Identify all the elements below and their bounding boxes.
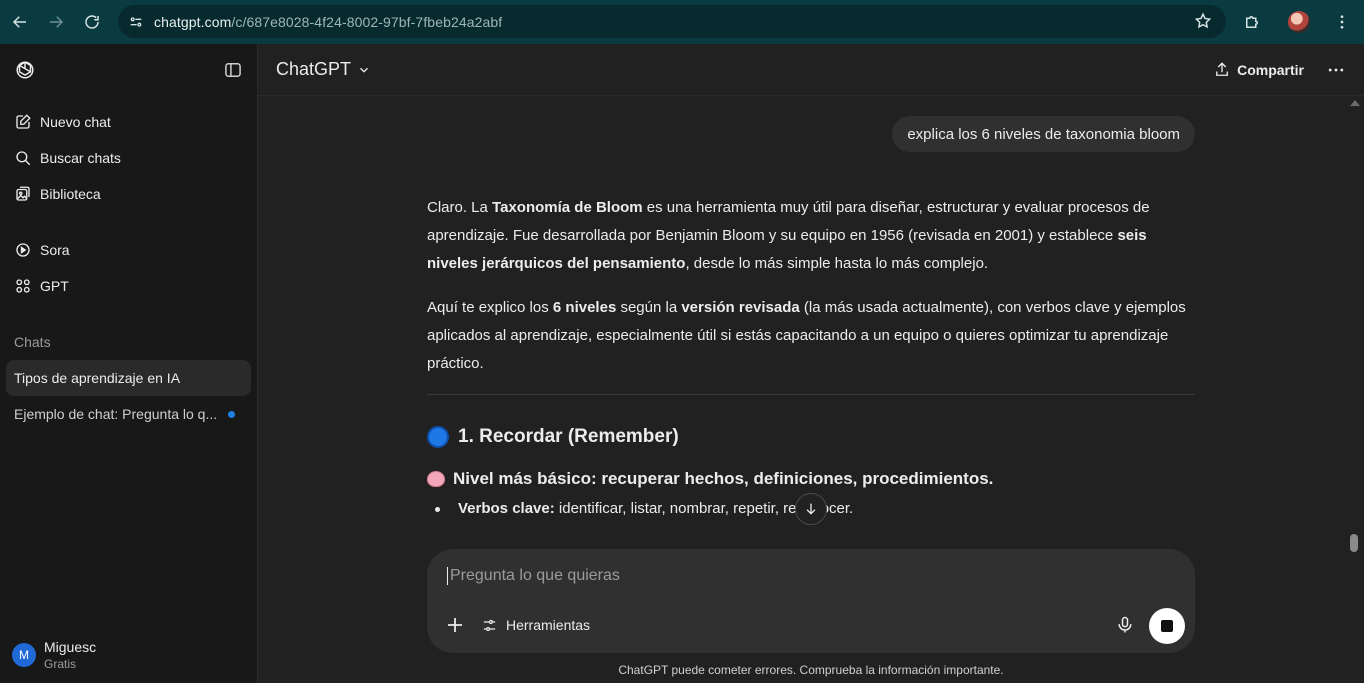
chevron-down-icon: [360, 67, 368, 73]
sidebar-item-gpt[interactable]: GPT: [0, 268, 257, 304]
sidebar: Nuevo chat Buscar chats Biblioteca Sora …: [0, 44, 258, 683]
reload-button[interactable]: [74, 4, 110, 40]
header-actions: Compartir: [1213, 60, 1346, 80]
bullet-dot: [435, 506, 440, 512]
main-header: ChatGPT Compartir: [258, 44, 1364, 96]
main-panel: ChatGPT Compartir explica los 6 niveles …: [258, 44, 1364, 683]
share-label: Compartir: [1237, 61, 1304, 78]
toggle-sidebar-icon[interactable]: [223, 60, 243, 80]
sidebar-item-label: Biblioteca: [40, 186, 101, 202]
arrow-left-icon: [12, 16, 26, 28]
profile-avatar[interactable]: [1288, 11, 1310, 33]
stop-icon: [1161, 620, 1173, 632]
chat-title: Ejemplo de chat: Pregunta lo q...: [14, 406, 218, 422]
extensions-button[interactable]: [1234, 4, 1270, 40]
sidebar-item-label: Buscar chats: [40, 150, 121, 166]
chat-item-active[interactable]: Tipos de aprendizaje en IA: [6, 360, 251, 396]
sidebar-item-library[interactable]: Biblioteca: [0, 176, 257, 212]
scrollbar-thumb[interactable]: [1350, 534, 1358, 552]
kebab-menu-icon: [1340, 15, 1344, 29]
browser-actions: [1234, 0, 1364, 44]
brain-icon: [427, 471, 445, 487]
plus-icon[interactable]: [443, 613, 467, 637]
sidebar-header: [0, 44, 257, 96]
sliders-icon: [483, 619, 496, 631]
library-icon: [16, 186, 30, 201]
browser-menu-button[interactable]: [1324, 4, 1360, 40]
scrollbar-up-arrow[interactable]: [1350, 96, 1360, 106]
microphone-icon[interactable]: [1115, 615, 1135, 635]
arrow-down-icon: [806, 503, 816, 515]
assistant-message: Claro. La Taxonomía de Bloom es una herr…: [427, 194, 1195, 523]
level-heading: 1. Recordar (Remember): [427, 423, 1195, 451]
scroll-to-bottom-button[interactable]: [795, 493, 827, 525]
page-title: ChatGPT: [276, 59, 352, 79]
unread-dot: [228, 410, 235, 418]
url-text: chatgpt.com/c/687e8028-4f24-8002-97bf-7f…: [154, 13, 503, 30]
blue-circle-icon: [427, 426, 449, 448]
chat-title: Tipos de aprendizaje en IA: [14, 370, 181, 386]
bookmark-star-icon[interactable]: [1194, 12, 1212, 30]
sidebar-item-label: Nuevo chat: [40, 114, 111, 130]
sidebar-item-new-chat[interactable]: Nuevo chat: [0, 104, 257, 140]
tools-label: Herramientas: [506, 617, 591, 633]
model-selector[interactable]: ChatGPT: [276, 59, 371, 80]
site-settings-icon[interactable]: [128, 14, 144, 30]
reload-icon: [85, 15, 99, 29]
divider: [427, 394, 1195, 395]
address-bar[interactable]: chatgpt.com/c/687e8028-4f24-8002-97bf-7f…: [118, 5, 1226, 38]
back-button[interactable]: [2, 4, 38, 40]
sidebar-item-label: GPT: [40, 278, 69, 294]
search-icon: [16, 151, 31, 166]
answer-paragraph-2: Aquí te explico los 6 niveles según la v…: [427, 299, 1186, 372]
share-icon: [1216, 61, 1229, 76]
sidebar-item-search-chats[interactable]: Buscar chats: [0, 140, 257, 176]
prompt-input[interactable]: Pregunta lo que quieras: [447, 567, 620, 585]
share-button[interactable]: Compartir: [1213, 61, 1304, 79]
more-options-icon[interactable]: [1326, 60, 1346, 80]
user-name: Miguesc: [44, 639, 97, 655]
chats-section-label: Chats: [14, 334, 51, 350]
user-plan: Gratis: [44, 657, 77, 671]
user-profile[interactable]: M Miguesc Gratis: [12, 639, 96, 671]
level-subheading: Nivel más básico: recuperar hechos, defi…: [427, 465, 1195, 493]
composer: Pregunta lo que quieras Herramientas: [427, 549, 1195, 653]
sidebar-item-sora[interactable]: Sora: [0, 232, 257, 268]
tools-button[interactable]: Herramientas: [481, 613, 590, 637]
chat-item[interactable]: Ejemplo de chat: Pregunta lo q...: [6, 396, 251, 432]
puzzle-icon: [1246, 16, 1258, 28]
disclaimer: ChatGPT puede cometer errores. Comprueba…: [618, 663, 1004, 677]
sidebar-item-label: Sora: [40, 242, 70, 258]
sora-icon: [16, 243, 30, 257]
user-message-bubble: explica los 6 niveles de taxonomia bloom: [892, 116, 1195, 152]
avatar: M: [12, 643, 36, 667]
answer-paragraph-1: Claro. La Taxonomía de Bloom es una herr…: [427, 199, 1150, 272]
openai-logo-icon[interactable]: [14, 59, 36, 81]
forward-button[interactable]: [38, 4, 74, 40]
browser-toolbar: chatgpt.com/c/687e8028-4f24-8002-97bf-7f…: [0, 0, 1364, 44]
edit-icon: [16, 114, 31, 129]
stop-button[interactable]: [1149, 608, 1185, 644]
grid-icon: [16, 279, 30, 293]
arrow-right-icon: [50, 16, 64, 28]
